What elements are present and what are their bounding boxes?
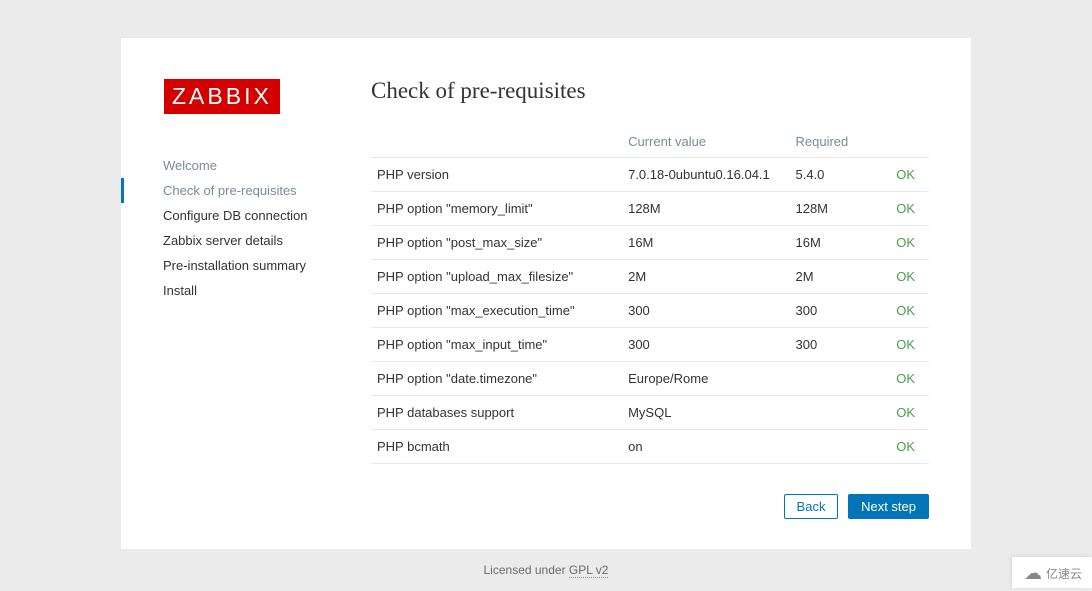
col-required: Required bbox=[789, 126, 873, 158]
cell-required: 16M bbox=[789, 226, 873, 260]
cell-status: OK bbox=[873, 362, 929, 396]
cloud-icon: ☁ bbox=[1024, 563, 1042, 584]
cell-status: OK bbox=[873, 464, 929, 473]
back-button[interactable]: Back bbox=[784, 494, 839, 519]
cell-current-value: 128M bbox=[622, 192, 789, 226]
nav-item-prerequisites[interactable]: Check of pre-requisites bbox=[121, 178, 371, 203]
next-step-button[interactable]: Next step bbox=[848, 494, 929, 519]
prerequisites-table-wrapper[interactable]: Current value Required PHP version7.0.18… bbox=[371, 126, 929, 472]
cell-name: PHP option "post_max_size" bbox=[371, 226, 622, 260]
nav-item-server-details[interactable]: Zabbix server details bbox=[121, 228, 371, 253]
cell-name: PHP version bbox=[371, 158, 622, 192]
table-row: PHP mbstringon OK bbox=[371, 464, 929, 473]
cell-name: PHP bcmath bbox=[371, 430, 622, 464]
table-row: PHP bcmathon OK bbox=[371, 430, 929, 464]
cell-name: PHP databases support bbox=[371, 396, 622, 430]
table-row: PHP option "max_execution_time"300300OK bbox=[371, 294, 929, 328]
cell-status: OK bbox=[873, 328, 929, 362]
cell-current-value: MySQL bbox=[622, 396, 789, 430]
cell-status: OK bbox=[873, 294, 929, 328]
nav-item-db-connection[interactable]: Configure DB connection bbox=[121, 203, 371, 228]
cell-name: PHP option "max_input_time" bbox=[371, 328, 622, 362]
cell-current-value: 2M bbox=[622, 260, 789, 294]
footer-text: Licensed under bbox=[484, 563, 569, 577]
cell-name: PHP option "date.timezone" bbox=[371, 362, 622, 396]
cell-current-value: on bbox=[622, 464, 789, 473]
cell-status: OK bbox=[873, 158, 929, 192]
cell-name: PHP option "upload_max_filesize" bbox=[371, 260, 622, 294]
cell-required bbox=[789, 362, 873, 396]
cell-current-value: Europe/Rome bbox=[622, 362, 789, 396]
watermark-text: 亿速云 bbox=[1046, 565, 1082, 582]
footer: Licensed under GPL v2 bbox=[0, 563, 1092, 577]
cell-current-value: 16M bbox=[622, 226, 789, 260]
table-row: PHP option "upload_max_filesize"2M2MOK bbox=[371, 260, 929, 294]
cell-status: OK bbox=[873, 226, 929, 260]
cell-current-value: 300 bbox=[622, 294, 789, 328]
cell-current-value: on bbox=[622, 430, 789, 464]
cell-current-value: 7.0.18-0ubuntu0.16.04.1 bbox=[622, 158, 789, 192]
nav-item-install[interactable]: Install bbox=[121, 278, 371, 303]
col-current: Current value bbox=[622, 126, 789, 158]
cell-required: 300 bbox=[789, 328, 873, 362]
cell-required: 300 bbox=[789, 294, 873, 328]
table-header-row: Current value Required bbox=[371, 126, 929, 158]
main-content: Check of pre-requisites Current value Re… bbox=[371, 78, 929, 519]
sidebar: ZABBIX Welcome Check of pre-requisites C… bbox=[163, 78, 371, 519]
cell-status: OK bbox=[873, 430, 929, 464]
cell-required bbox=[789, 464, 873, 473]
cell-required: 128M bbox=[789, 192, 873, 226]
cell-status: OK bbox=[873, 396, 929, 430]
footer-license-link[interactable]: GPL v2 bbox=[569, 563, 609, 578]
cell-required: 5.4.0 bbox=[789, 158, 873, 192]
col-status bbox=[873, 126, 929, 158]
cell-name: PHP option "memory_limit" bbox=[371, 192, 622, 226]
table-row: PHP version7.0.18-0ubuntu0.16.04.15.4.0O… bbox=[371, 158, 929, 192]
cell-required bbox=[789, 396, 873, 430]
table-row: PHP option "post_max_size"16M16MOK bbox=[371, 226, 929, 260]
zabbix-logo: ZABBIX bbox=[163, 78, 281, 115]
table-row: PHP option "max_input_time"300300OK bbox=[371, 328, 929, 362]
cell-status: OK bbox=[873, 192, 929, 226]
table-row: PHP option "memory_limit"128M128MOK bbox=[371, 192, 929, 226]
cell-current-value: 300 bbox=[622, 328, 789, 362]
page-title: Check of pre-requisites bbox=[371, 78, 929, 104]
cell-name: PHP option "max_execution_time" bbox=[371, 294, 622, 328]
cell-status: OK bbox=[873, 260, 929, 294]
cell-name: PHP mbstring bbox=[371, 464, 622, 473]
col-name bbox=[371, 126, 622, 158]
nav-item-welcome[interactable]: Welcome bbox=[121, 153, 371, 178]
table-row: PHP databases supportMySQL OK bbox=[371, 396, 929, 430]
nav-item-preinstall-summary[interactable]: Pre-installation summary bbox=[121, 253, 371, 278]
layout: ZABBIX Welcome Check of pre-requisites C… bbox=[163, 78, 929, 519]
cell-required bbox=[789, 430, 873, 464]
table-row: PHP option "date.timezone"Europe/Rome OK bbox=[371, 362, 929, 396]
button-row: Back Next step bbox=[371, 494, 929, 519]
wizard-steps: Welcome Check of pre-requisites Configur… bbox=[121, 153, 371, 303]
setup-wizard-container: ZABBIX Welcome Check of pre-requisites C… bbox=[121, 38, 971, 549]
watermark: ☁ 亿速云 bbox=[1012, 557, 1092, 588]
prerequisites-table: Current value Required PHP version7.0.18… bbox=[371, 126, 929, 472]
cell-required: 2M bbox=[789, 260, 873, 294]
